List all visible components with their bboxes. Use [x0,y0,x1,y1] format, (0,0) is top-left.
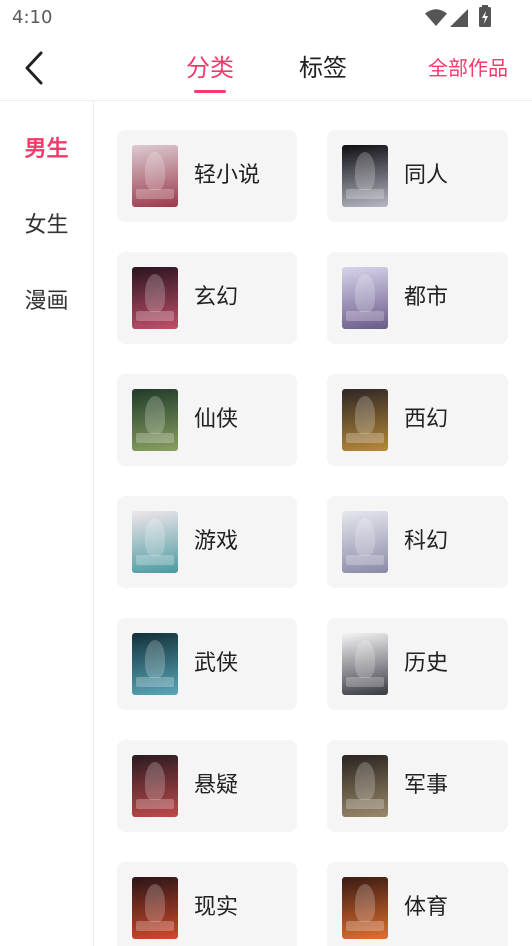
book-cover [342,755,388,817]
category-card[interactable]: 西幻 [327,374,508,466]
category-label: 武侠 [194,651,239,676]
book-cover [342,389,388,451]
category-card[interactable]: 历史 [327,618,508,710]
category-card[interactable]: 玄幻 [117,252,297,344]
category-panel: 轻小说 同人 玄幻 都市 仙侠 西幻 游戏 科幻 武侠 历史 悬疑 军事 现实 … [94,101,532,946]
category-label: 游戏 [194,529,239,554]
category-label: 科幻 [404,529,449,554]
sidebar-item-male[interactable]: 男生 [0,112,93,188]
book-cover [132,389,178,451]
back-button[interactable] [16,48,52,88]
status-time: 4:10 [12,7,53,28]
all-works-button[interactable]: 全部作品 [428,54,508,82]
book-cover [132,511,178,573]
category-label: 军事 [404,773,449,798]
sidebar-item-comics[interactable]: 漫画 [0,264,93,340]
category-label: 都市 [404,285,449,310]
header: 分类 标签 全部作品 [0,36,532,101]
category-card[interactable]: 军事 [327,740,508,832]
wifi-icon [425,9,447,26]
category-card[interactable]: 现实 [117,862,297,946]
book-cover [342,145,388,207]
sidebar: 男生 女生 漫画 [0,101,94,946]
category-grid: 轻小说 同人 玄幻 都市 仙侠 西幻 游戏 科幻 武侠 历史 悬疑 军事 现实 … [117,130,532,946]
category-card[interactable]: 都市 [327,252,508,344]
book-cover [132,755,178,817]
category-card[interactable]: 仙侠 [117,374,297,466]
book-cover [132,877,178,939]
book-cover [132,145,178,207]
chevron-left-icon [25,51,43,85]
category-label: 玄幻 [194,285,239,310]
category-card[interactable]: 轻小说 [117,130,297,222]
book-cover [132,267,178,329]
category-label: 同人 [404,163,449,188]
category-card[interactable]: 悬疑 [117,740,297,832]
category-label: 西幻 [404,407,449,432]
sidebar-item-female[interactable]: 女生 [0,188,93,264]
category-label: 仙侠 [194,407,239,432]
category-label: 体育 [404,895,449,920]
status-bar: 4:10 [0,0,532,36]
category-card[interactable]: 科幻 [327,496,508,588]
book-cover [342,877,388,939]
book-cover [342,633,388,695]
book-cover [342,511,388,573]
category-label: 历史 [404,651,449,676]
tab-tags[interactable]: 标签 [299,52,347,84]
category-label: 轻小说 [194,163,261,188]
category-label: 现实 [194,895,239,920]
category-card[interactable]: 同人 [327,130,508,222]
battery-icon [479,5,491,27]
signal-icon [450,9,468,27]
tab-category[interactable]: 分类 [186,52,234,84]
book-cover [342,267,388,329]
book-cover [132,633,178,695]
category-card[interactable]: 游戏 [117,496,297,588]
tab-active-indicator [194,90,226,93]
category-card[interactable]: 武侠 [117,618,297,710]
category-label: 悬疑 [194,773,239,798]
category-card[interactable]: 体育 [327,862,508,946]
